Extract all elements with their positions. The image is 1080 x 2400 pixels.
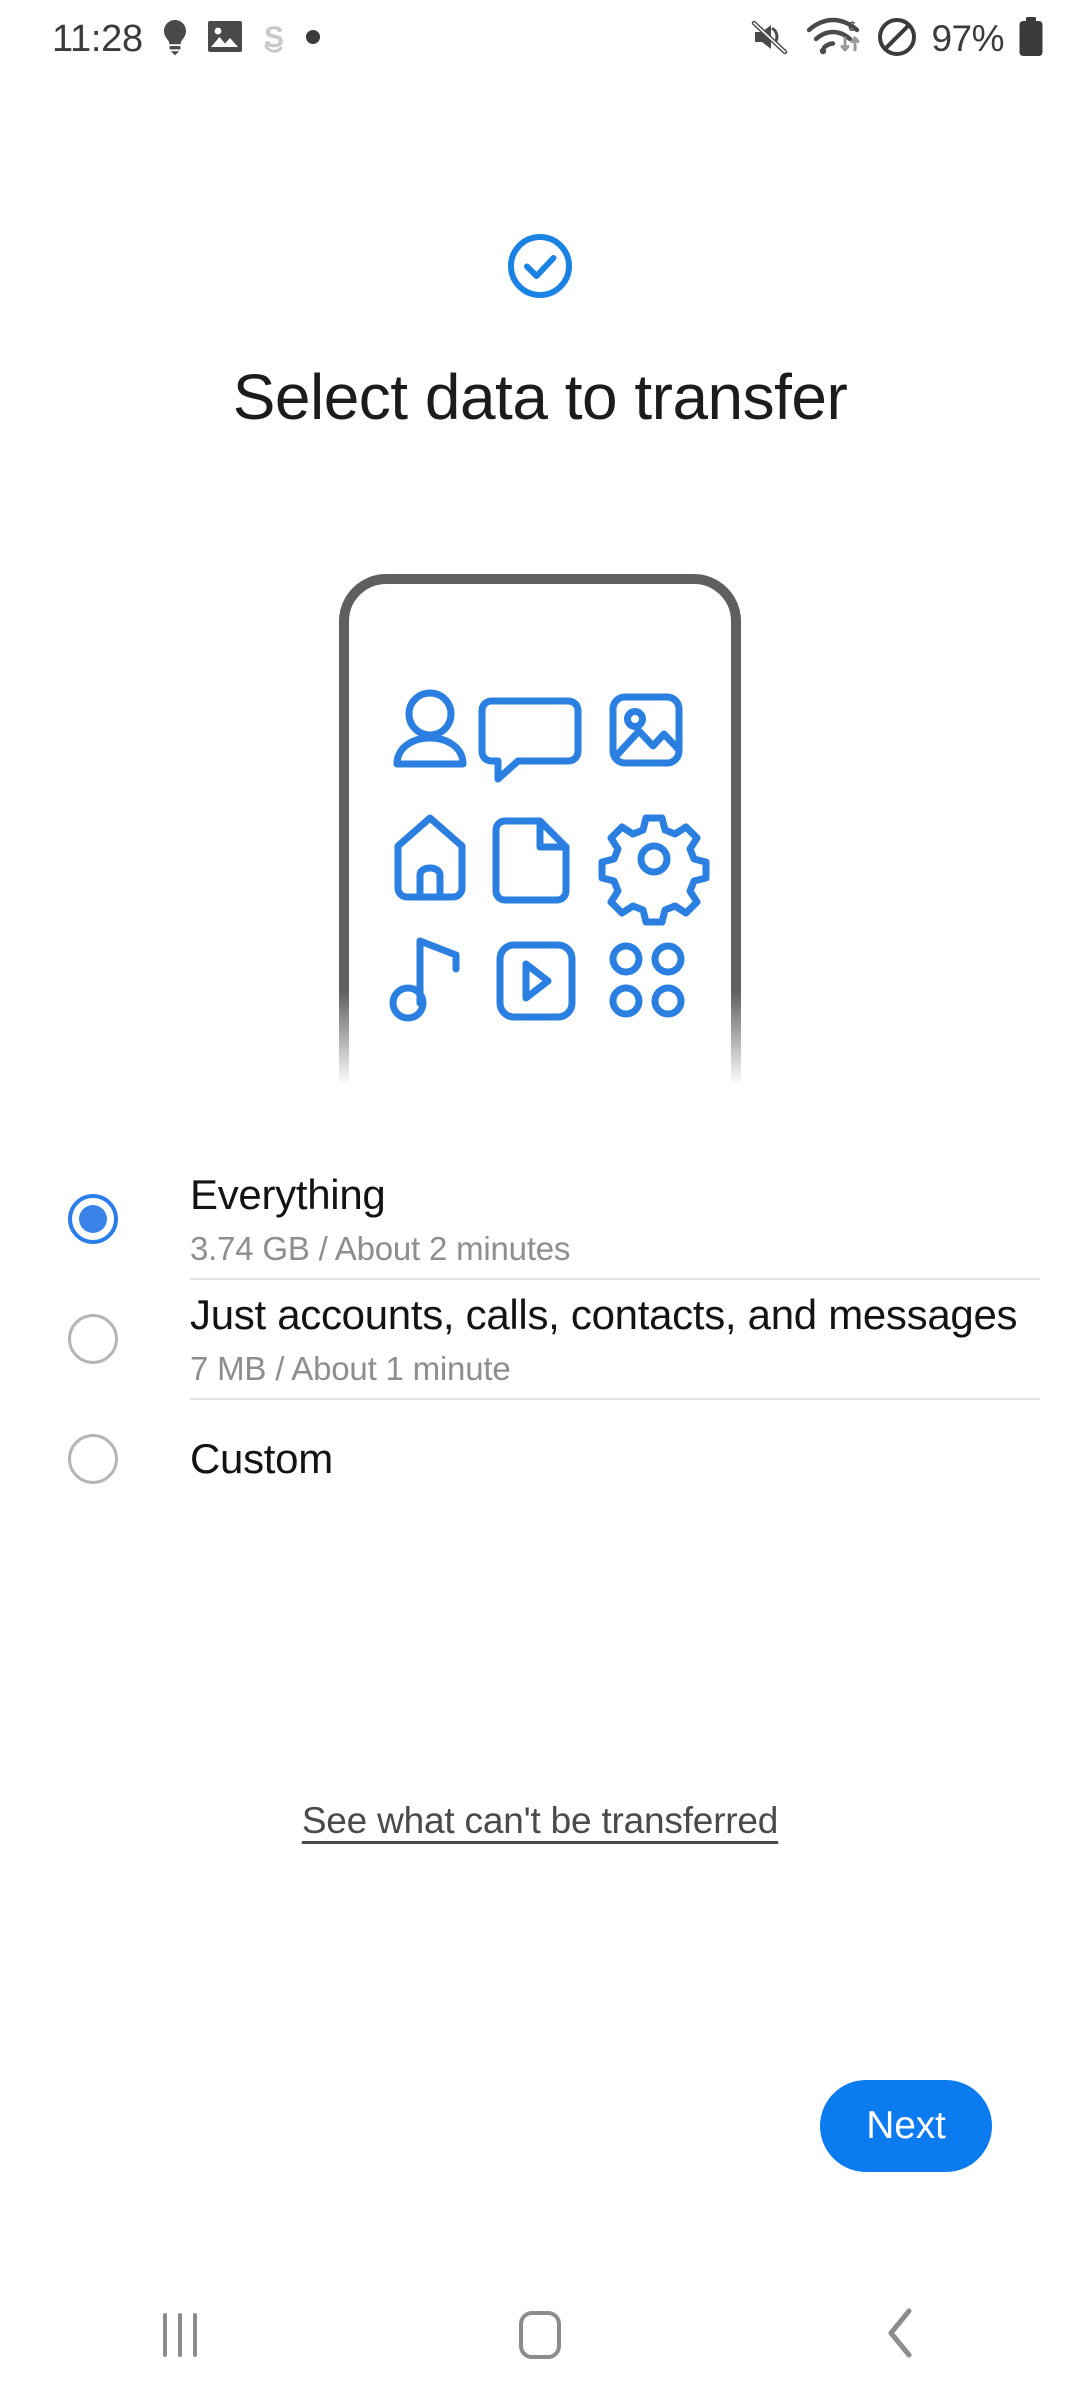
option-row-everything[interactable]: Everything 3.74 GB / About 2 minutes	[0, 1160, 1080, 1278]
option-text-accounts-calls-contacts-messages: Just accounts, calls, contacts, and mess…	[190, 1284, 1025, 1394]
radio-accounts-calls-contacts-messages[interactable]	[68, 1314, 118, 1364]
status-bar-right: 6 97%	[751, 16, 1044, 62]
nav-back-button[interactable]	[720, 2307, 1080, 2364]
next-button[interactable]: Next	[820, 2080, 992, 2172]
option-row-accounts-calls-contacts-messages[interactable]: Just accounts, calls, contacts, and mess…	[0, 1280, 1080, 1398]
radio-everything[interactable]	[68, 1194, 118, 1244]
page-title: Select data to transfer	[232, 361, 848, 433]
radio-custom[interactable]	[68, 1434, 118, 1484]
option-label: Everything	[190, 1171, 386, 1219]
phone-with-data-icons-svg	[339, 574, 741, 1085]
option-row-custom[interactable]: Custom	[0, 1400, 1080, 1518]
samsung-s-icon: S	[260, 19, 288, 60]
wifi-6-icon: 6	[807, 17, 863, 62]
see-what-cant-be-transferred-link[interactable]: See what can't be transferred	[302, 1800, 779, 1841]
document-file-icon	[492, 817, 570, 904]
recents-icon	[163, 2313, 197, 2357]
apps-grid-icon	[609, 942, 685, 1018]
option-label: Custom	[190, 1435, 333, 1483]
home-icon	[394, 814, 466, 901]
gallery-image-icon	[207, 20, 243, 58]
system-navigation-bar	[0, 2270, 1080, 2400]
svg-text:6: 6	[849, 18, 857, 34]
mute-volume-icon	[751, 19, 793, 60]
header-icon-container	[0, 232, 1080, 305]
music-note-icon	[389, 937, 460, 1022]
lightbulb-icon	[160, 18, 190, 61]
status-bar: 11:28 S 6 97%	[0, 0, 1080, 78]
option-text-everything: Everything 3.74 GB / About 2 minutes	[190, 1164, 1025, 1274]
nav-home-button[interactable]	[360, 2311, 720, 2359]
back-icon	[883, 2307, 917, 2364]
dot-icon	[305, 29, 321, 50]
option-label: Just accounts, calls, contacts, and mess…	[190, 1291, 1018, 1339]
home-icon	[519, 2311, 561, 2359]
nav-recents-button[interactable]	[0, 2313, 360, 2357]
battery-icon	[1018, 16, 1044, 62]
status-bar-left: 11:28 S	[52, 18, 321, 61]
video-play-icon	[496, 941, 576, 1021]
transfer-options-list: Everything 3.74 GB / About 2 minutes Jus…	[0, 1160, 1080, 1518]
see-what-cant-be-transferred-container: See what can't be transferred	[0, 1800, 1080, 1842]
contact-person-icon	[393, 689, 467, 768]
do-not-disturb-icon	[877, 17, 917, 62]
option-sublabel: 3.74 GB / About 2 minutes	[190, 1229, 571, 1267]
phone-illustration	[0, 565, 1080, 1085]
option-sublabel: 7 MB / About 1 minute	[190, 1349, 511, 1387]
message-bubble-icon	[478, 697, 582, 783]
status-bar-clock: 11:28	[52, 18, 143, 60]
settings-gear-icon	[598, 814, 710, 926]
battery-percent-label: 97%	[931, 18, 1004, 59]
option-text-custom: Custom	[190, 1428, 1025, 1490]
photo-image-icon	[609, 693, 683, 767]
check-circle-icon	[506, 232, 574, 305]
